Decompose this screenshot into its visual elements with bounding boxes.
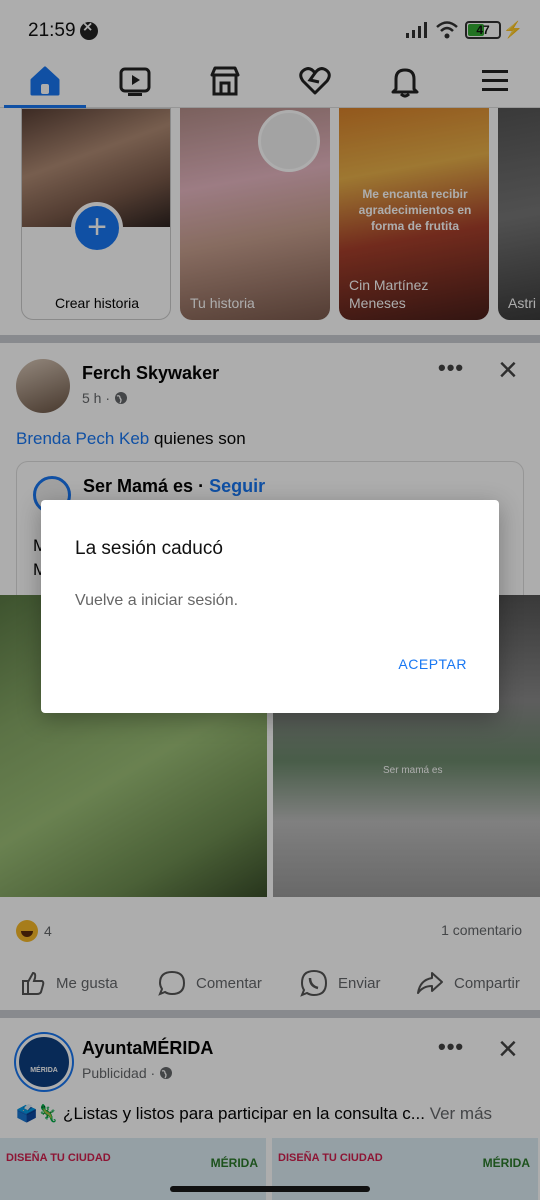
home-indicator[interactable]	[170, 1186, 370, 1192]
accept-button[interactable]: ACEPTAR	[398, 656, 467, 672]
dialog-message: Vuelve a iniciar sesión.	[75, 592, 239, 609]
dialog-title: La sesión caducó	[75, 538, 223, 559]
session-expired-dialog: La sesión caducó Vuelve a iniciar sesión…	[41, 500, 499, 713]
